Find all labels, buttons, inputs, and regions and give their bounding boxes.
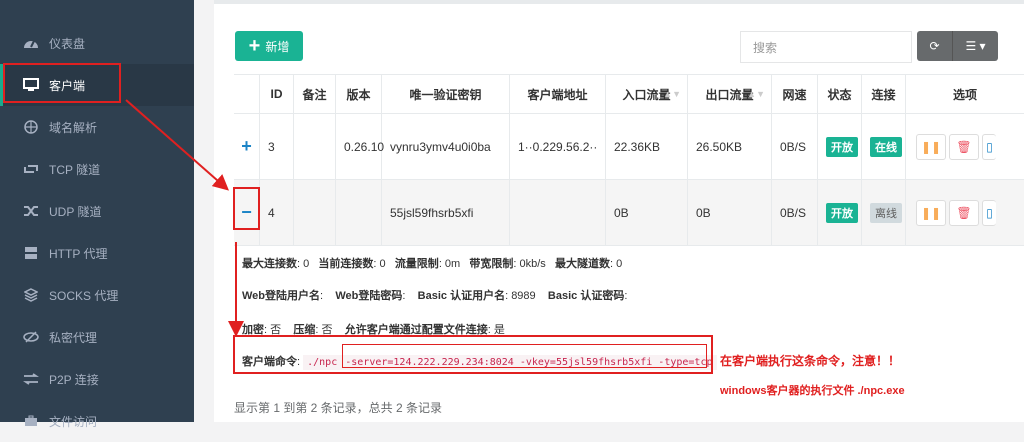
annotation-note-run-command: 在客户端执行这条命令，注意！！ bbox=[720, 354, 901, 368]
annotation-note-windows: windows客户器的执行文件 ./npc.exe bbox=[720, 385, 905, 397]
arrow-to-expand bbox=[125, 99, 230, 191]
